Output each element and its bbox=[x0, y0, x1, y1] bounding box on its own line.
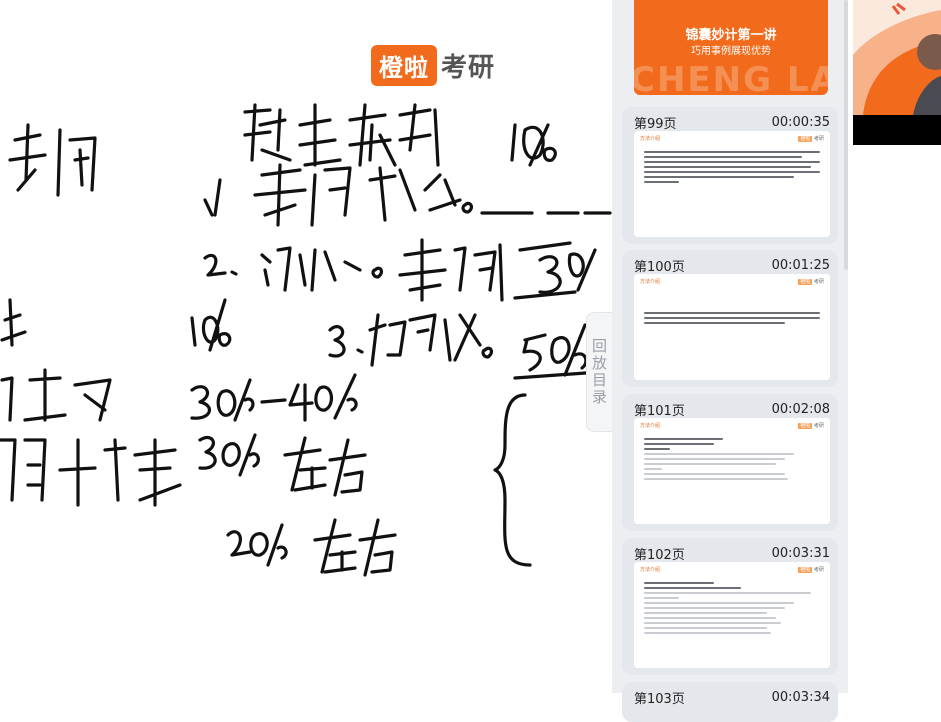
ink-stroke bbox=[190, 385, 211, 420]
ink-stroke bbox=[283, 436, 327, 492]
thumb-brand: 考研 bbox=[813, 279, 824, 285]
ink-stroke bbox=[58, 438, 182, 507]
slide-card[interactable]: 第102页 00:03:31 方法介绍 橙啦 考研 bbox=[622, 538, 838, 675]
panel-scrollbar[interactable] bbox=[844, 0, 848, 270]
thumb-tag2: 橙啦 bbox=[798, 136, 813, 142]
ink-stroke bbox=[260, 246, 307, 292]
slide-timestamp: 00:01:25 bbox=[771, 257, 830, 273]
ink-stroke bbox=[253, 163, 307, 227]
slide-timestamp: 00:03:34 bbox=[771, 689, 830, 705]
teacher-video-feed[interactable] bbox=[853, 0, 941, 145]
ink-stroke bbox=[510, 123, 557, 167]
playback-catalog-label: 回放目录 bbox=[590, 338, 608, 406]
ink-stroke bbox=[398, 238, 447, 302]
ink-stroke bbox=[260, 398, 287, 404]
ink-stroke bbox=[481, 346, 494, 359]
ink-stroke bbox=[190, 298, 232, 352]
ink-stroke bbox=[348, 103, 397, 167]
handwriting-strokes bbox=[0, 103, 612, 577]
slide-watermark: CHENG LA bbox=[634, 60, 828, 95]
thumb-tag: 方法介绍 bbox=[640, 136, 661, 142]
slide-thumbnail: 方法介绍 橙啦 考研 bbox=[634, 131, 830, 237]
slide-thumbnail: 方法介绍 橙啦 考研 bbox=[634, 274, 830, 380]
thumb-tag: 方法介绍 bbox=[640, 567, 661, 573]
thumb-brand: 考研 bbox=[813, 423, 824, 429]
slide-page-label: 第101页 bbox=[634, 403, 685, 419]
ink-stroke bbox=[313, 518, 357, 574]
ink-stroke bbox=[203, 253, 238, 277]
slide-thumbnail: 方法介绍 橙啦 考研 bbox=[634, 418, 830, 524]
thumb-brand: 考研 bbox=[813, 567, 824, 573]
slide-timestamp: 00:00:35 bbox=[771, 114, 830, 130]
slide-card[interactable]: 第103页 00:03:34 bbox=[622, 682, 838, 722]
ink-stroke bbox=[203, 178, 222, 217]
ink-stroke bbox=[368, 313, 437, 367]
slide-card[interactable]: 第101页 00:02:08 方法介绍 橙啦 考研 bbox=[622, 394, 838, 531]
ink-stroke bbox=[358, 518, 397, 577]
ink-stroke bbox=[0, 368, 112, 422]
slide-subtitle: 巧用事例展现优势 bbox=[691, 46, 771, 57]
ink-stroke bbox=[493, 393, 532, 567]
thumb-brand: 考研 bbox=[813, 136, 824, 142]
ink-stroke bbox=[538, 248, 597, 294]
ink-stroke bbox=[398, 103, 440, 167]
ink-stroke bbox=[310, 166, 352, 227]
slide-thumbnail-current[interactable]: 锦囊妙计第一讲 巧用事例展现优势 CHENG LA bbox=[634, 0, 828, 95]
ink-stroke bbox=[198, 435, 217, 470]
ink-stroke bbox=[298, 103, 342, 167]
slide-timestamp: 00:03:31 bbox=[771, 545, 830, 561]
teacher-avatar-image bbox=[853, 2, 941, 115]
thumb-tag: 方法介绍 bbox=[640, 423, 661, 429]
ink-stroke bbox=[328, 325, 364, 358]
thumb-tag: 方法介绍 bbox=[640, 279, 661, 285]
thumb-tag2: 橙啦 bbox=[798, 423, 813, 429]
thumb-tag2: 橙啦 bbox=[798, 279, 813, 285]
ink-stroke bbox=[0, 438, 47, 502]
ink-stroke bbox=[8, 123, 47, 192]
ink-stroke bbox=[461, 201, 474, 214]
slide-title: 锦囊妙计第一讲 bbox=[685, 28, 777, 43]
video-frame bbox=[853, 0, 941, 115]
whiteboard-canvas[interactable]: 橙啦 考研 bbox=[0, 0, 612, 693]
slide-timestamp: 00:02:08 bbox=[771, 401, 830, 417]
playback-catalog-toggle[interactable]: 回放目录 bbox=[586, 312, 612, 432]
ink-stroke bbox=[371, 266, 384, 279]
ink-stroke bbox=[288, 373, 358, 422]
slide-page-label: 第102页 bbox=[634, 547, 685, 563]
slide-page-label: 第99页 bbox=[634, 116, 677, 132]
ink-stroke bbox=[243, 103, 292, 162]
ink-stroke bbox=[328, 438, 367, 497]
ink-stroke bbox=[443, 313, 482, 362]
ink-stroke bbox=[522, 323, 588, 377]
ink-stroke bbox=[423, 173, 462, 212]
ink-stroke bbox=[368, 166, 417, 222]
ink-stroke bbox=[453, 243, 504, 302]
ink-stroke bbox=[56, 128, 97, 197]
ink-stroke bbox=[216, 378, 255, 422]
slide-thumbnail: 方法介绍 橙啦 考研 bbox=[634, 562, 830, 668]
thumb-tag2: 橙啦 bbox=[798, 567, 813, 573]
ink-stroke bbox=[226, 530, 252, 557]
ink-stroke bbox=[249, 523, 288, 567]
slide-page-label: 第100页 bbox=[634, 259, 685, 275]
ink-stroke bbox=[0, 298, 27, 347]
ink-stroke bbox=[513, 241, 577, 300]
slide-card[interactable]: 第100页 00:01:25 方法介绍 橙啦 考研 bbox=[622, 250, 838, 387]
slide-page-label: 第103页 bbox=[634, 691, 685, 707]
ink-stroke bbox=[310, 248, 362, 292]
ink-stroke bbox=[221, 433, 260, 477]
slide-card[interactable]: 第99页 00:00:35 方法介绍 橙啦 考研 bbox=[622, 107, 838, 244]
